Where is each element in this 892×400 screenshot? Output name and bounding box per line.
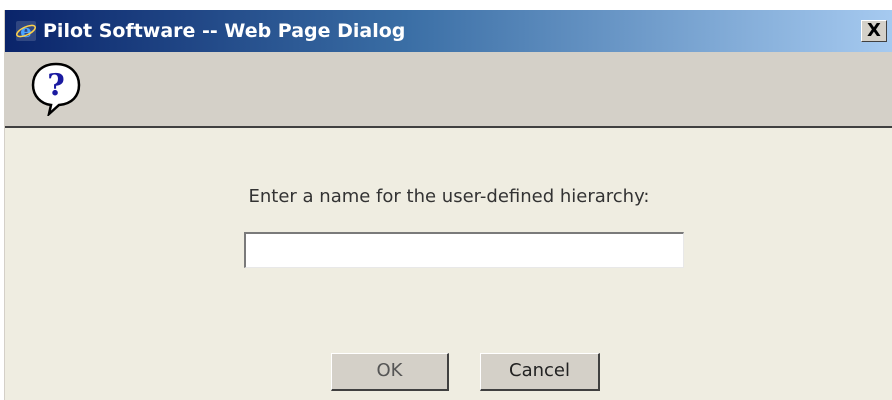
window-title: Pilot Software -- Web Page Dialog: [43, 20, 406, 42]
close-button[interactable]: X: [861, 20, 887, 42]
title-bar[interactable]: e Pilot Software -- Web Page Dialog X: [5, 10, 892, 52]
svg-text:e: e: [20, 21, 31, 42]
question-balloon-icon: ?: [31, 62, 81, 116]
ie-icon: e: [16, 21, 36, 42]
cancel-button[interactable]: Cancel: [480, 353, 600, 391]
ok-button[interactable]: OK: [331, 353, 449, 391]
dialog-content: Enter a name for the user-defined hierar…: [5, 128, 892, 400]
prompt-label: Enter a name for the user-defined hierar…: [248, 186, 650, 207]
hierarchy-name-input[interactable]: [244, 232, 684, 268]
dialog-window: e Pilot Software -- Web Page Dialog X ? …: [4, 10, 892, 400]
svg-text:?: ?: [47, 68, 65, 103]
dialog-header: ?: [5, 52, 892, 128]
